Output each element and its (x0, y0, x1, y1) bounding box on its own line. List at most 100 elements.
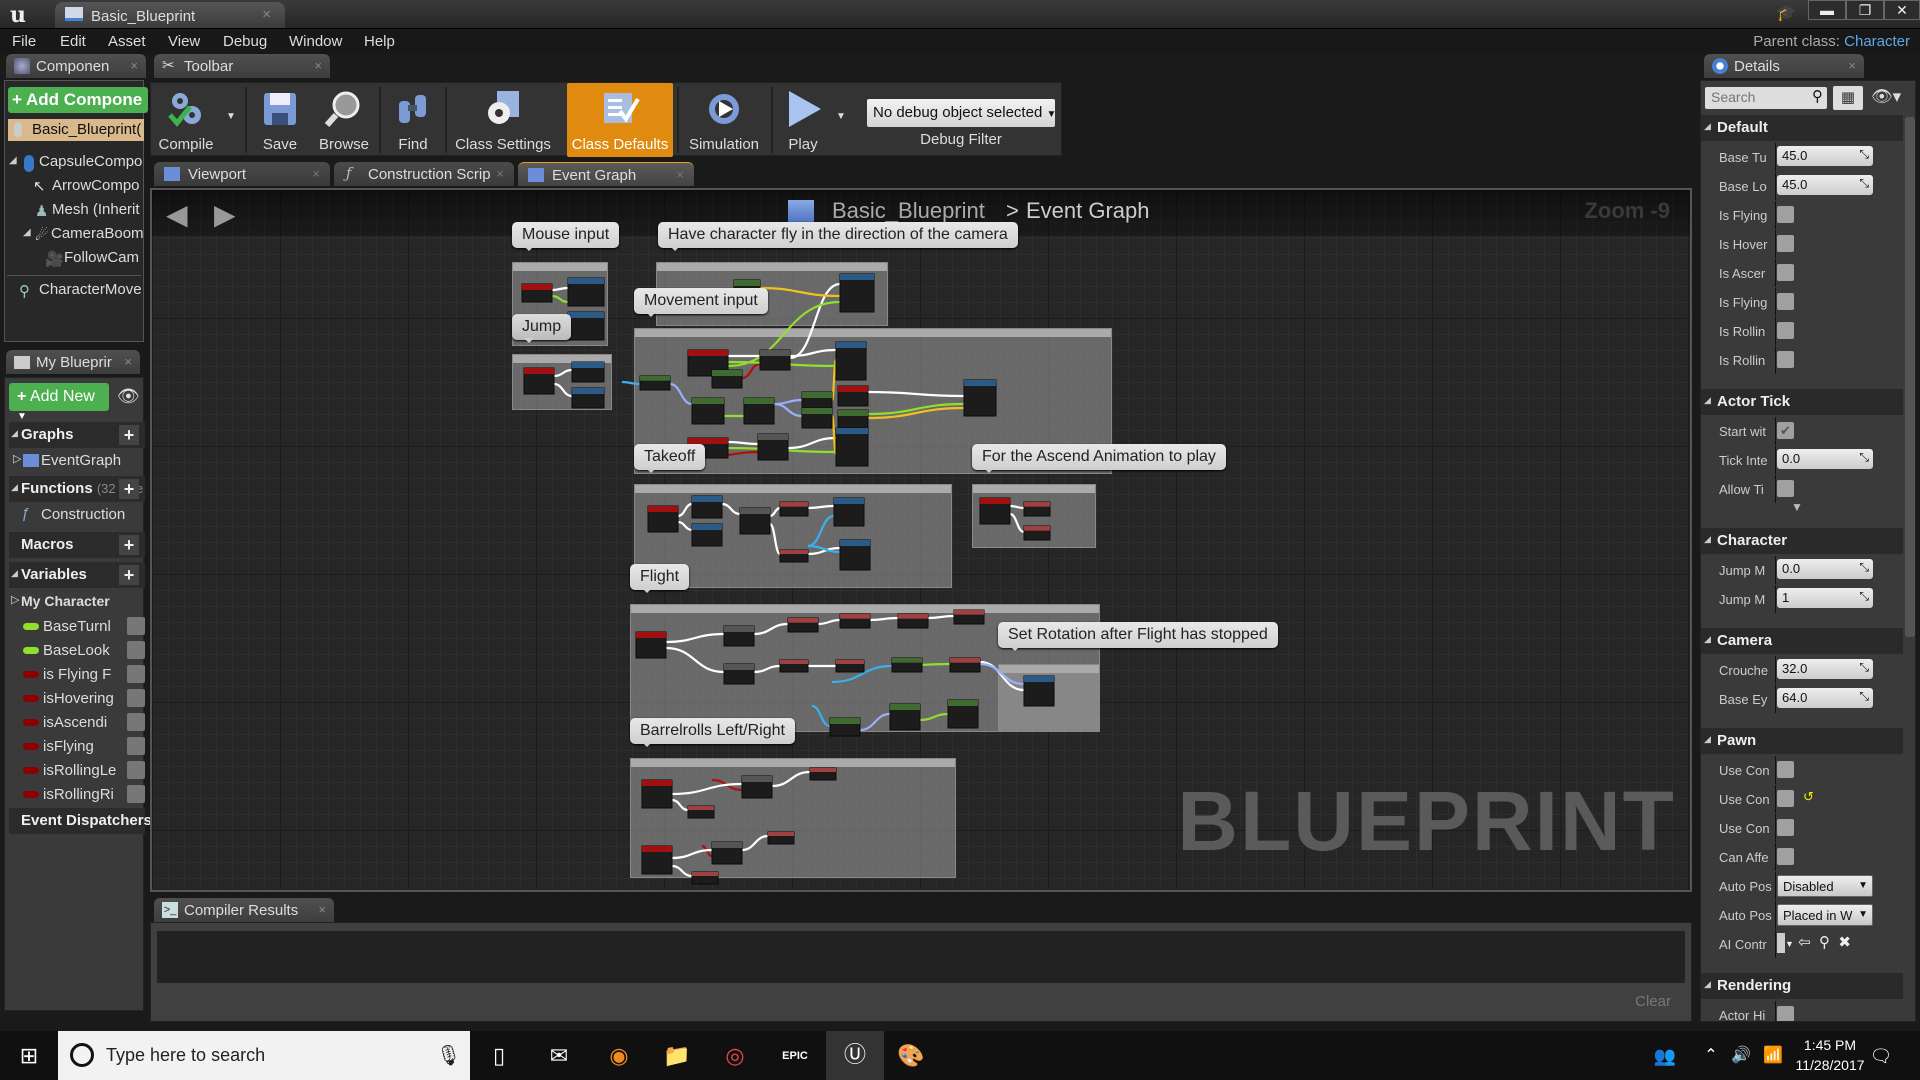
variable-visibility-eye-icon[interactable] (127, 785, 145, 803)
menu-help[interactable]: Help (364, 33, 395, 50)
microphone-icon[interactable]: 🎙 (436, 1043, 461, 1068)
visibility-options-icon[interactable]: 👁▾ (1871, 87, 1911, 107)
column-divider[interactable] (1775, 172, 1776, 200)
property-number-input[interactable]: 45.0 (1777, 146, 1873, 166)
close-tab-icon[interactable]: × (318, 902, 326, 917)
blueprint-node[interactable] (743, 397, 775, 425)
blueprint-node[interactable] (779, 501, 809, 517)
blueprint-node[interactable] (835, 427, 869, 467)
save-button[interactable]: Save (249, 83, 311, 157)
variable-item[interactable]: isRollingRi (17, 784, 145, 806)
add-new-button[interactable]: + Add New ▼ (9, 383, 109, 422)
details-search-input[interactable]: ⚲ (1705, 87, 1827, 109)
menu-view[interactable]: View (168, 33, 200, 50)
property-checkbox[interactable] (1777, 206, 1794, 223)
details-section-default[interactable]: Default (1701, 115, 1903, 141)
comment-barrelrolls[interactable]: Barrelrolls Left/Right (630, 718, 795, 747)
blueprint-node[interactable] (801, 407, 833, 429)
variable-item[interactable]: isAscendi (17, 712, 145, 734)
details-section-actor-tick[interactable]: Actor Tick (1701, 389, 1903, 415)
graph-item-eventgraph[interactable]: ▷ EventGraph (9, 450, 143, 472)
column-divider[interactable] (1775, 901, 1776, 929)
property-dropdown[interactable]: Disabled (1777, 875, 1873, 897)
comment-set-rotation[interactable]: Set Rotation after Flight has stopped (998, 622, 1278, 651)
comment-fly-direction[interactable]: Have character fly in the direction of t… (658, 222, 1018, 251)
property-number-input[interactable]: 45.0 (1777, 175, 1873, 195)
details-search-field[interactable] (1705, 87, 1801, 107)
section-macros[interactable]: Macros + (9, 532, 145, 558)
blueprint-node[interactable] (837, 409, 869, 429)
mail-icon[interactable]: ✉ (544, 1041, 574, 1071)
play-button[interactable]: Play (775, 83, 831, 157)
menu-debug[interactable]: Debug (223, 33, 267, 50)
section-functions[interactable]: ◢ Functions (32 Ove + (9, 476, 145, 502)
tab-details[interactable]: Details × (1704, 54, 1864, 78)
close-tab-icon[interactable]: × (262, 6, 271, 23)
property-checkbox[interactable] (1777, 351, 1794, 368)
browse-button[interactable]: Browse (311, 83, 377, 157)
use-selected-arrow-icon[interactable]: ⇦ (1798, 934, 1811, 951)
column-divider[interactable] (1775, 685, 1776, 713)
close-tab-icon[interactable]: × (496, 166, 504, 181)
variable-visibility-eye-icon[interactable] (127, 761, 145, 779)
document-tab[interactable]: Basic_Blueprint × (55, 2, 285, 28)
variable-visibility-eye-icon[interactable] (127, 641, 145, 659)
show-hidden-icons-chevron[interactable]: ⌃ (1696, 1041, 1726, 1071)
blueprint-node[interactable] (523, 367, 555, 395)
epic-games-icon[interactable]: EPIC (780, 1041, 810, 1071)
blueprint-node[interactable] (837, 385, 869, 407)
column-divider[interactable] (1775, 259, 1776, 287)
taskbar-search-box[interactable]: Type here to search 🎙 (58, 1031, 470, 1080)
column-divider[interactable] (1775, 1001, 1776, 1021)
close-tab-icon[interactable]: × (130, 58, 138, 73)
blueprint-node[interactable] (757, 433, 789, 461)
comment-movement-input[interactable]: Movement input (634, 288, 768, 317)
tab-viewport[interactable]: Viewport × (154, 162, 330, 186)
play-options-dropdown[interactable]: ▼ (833, 83, 849, 157)
blueprint-node[interactable] (691, 397, 725, 425)
column-divider[interactable] (1775, 556, 1776, 584)
close-tab-icon[interactable]: × (124, 354, 132, 369)
component-item[interactable]: ⚲ CharacterMove (5, 281, 145, 303)
property-checkbox[interactable] (1777, 819, 1794, 836)
blueprint-node[interactable] (835, 659, 865, 673)
variable-visibility-eye-icon[interactable] (127, 665, 145, 683)
close-window-button[interactable]: ✕ (1884, 0, 1920, 20)
blueprint-node[interactable] (779, 549, 809, 563)
blueprint-node[interactable] (571, 387, 605, 409)
column-divider[interactable] (1775, 872, 1776, 900)
tab-my-blueprint[interactable]: My Blueprir × (6, 350, 140, 374)
blueprint-node[interactable] (691, 871, 719, 885)
column-divider[interactable] (1775, 317, 1776, 345)
blueprint-node[interactable] (641, 779, 673, 809)
property-checkbox[interactable] (1777, 293, 1794, 310)
section-event-dispatchers[interactable]: Event Dispatchers (9, 808, 152, 834)
variable-item[interactable]: isHovering (17, 688, 145, 710)
variable-item[interactable]: isRollingLe (17, 760, 145, 782)
column-divider[interactable] (1775, 230, 1776, 258)
compile-options-dropdown[interactable]: ▼ (221, 83, 241, 157)
blueprint-node[interactable] (647, 505, 679, 533)
blueprint-node[interactable] (889, 703, 921, 731)
property-checkbox[interactable] (1777, 790, 1794, 807)
eye-view-options-icon[interactable]: 👁 (117, 386, 141, 406)
menu-edit[interactable]: Edit (60, 33, 86, 50)
close-tab-icon[interactable]: × (676, 167, 684, 182)
tab-event-graph[interactable]: Event Graph × (518, 162, 694, 186)
blueprint-node[interactable] (567, 311, 605, 341)
variable-item[interactable]: BaseTurnl (17, 616, 145, 638)
blueprint-node[interactable] (839, 273, 875, 313)
paint-icon[interactable]: 🎨 (896, 1041, 926, 1071)
property-class-picker[interactable]: ▼ ⇦ ⚲ ✖ (1777, 933, 1887, 955)
blueprint-node[interactable] (759, 349, 791, 371)
comment-jump[interactable]: Jump (512, 314, 572, 343)
property-number-input[interactable]: 0.0 (1777, 559, 1873, 579)
blueprint-node[interactable] (635, 631, 667, 659)
component-item[interactable]: ◢ ☄ CameraBoom (5, 225, 145, 247)
column-divider[interactable] (1775, 785, 1776, 813)
unreal-engine-taskbar-button[interactable]: Ⓤ (826, 1031, 884, 1080)
chrome-icon[interactable]: ◎ (720, 1041, 750, 1071)
simulation-button[interactable]: Simulation (681, 83, 767, 157)
column-divider[interactable] (1775, 814, 1776, 842)
details-scrollbar[interactable] (1905, 117, 1915, 637)
